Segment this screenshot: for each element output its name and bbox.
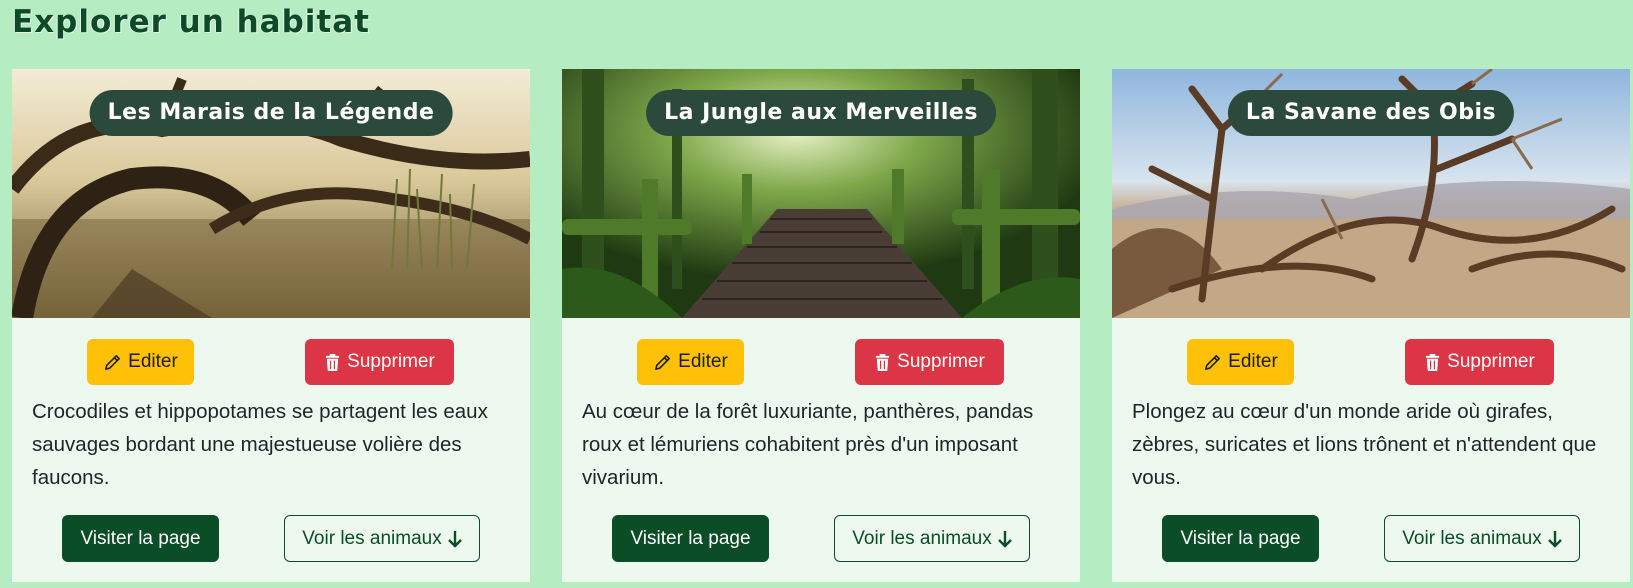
habitat-card-jungle: La Jungle aux Merveilles Editer Supprime… [562,69,1080,582]
visit-page-button[interactable]: Visiter la page [62,515,219,562]
delete-button[interactable]: Supprimer [305,339,454,385]
habitat-description: Plongez au cœur d'un monde aride où gira… [1132,400,1597,489]
edit-button[interactable]: Editer [1187,339,1294,385]
habitat-card-marais: Les Marais de la Légende Editer Supprime… [12,69,530,582]
habitat-description: Au cœur de la forêt luxuriante, panthère… [582,400,1034,489]
pencil-icon [1203,353,1222,372]
edit-label: Editer [1228,351,1278,372]
delete-label: Supprimer [1447,351,1535,372]
habitat-card-savane: La Savane des Obis Editer Supprimer Plon… [1112,69,1630,582]
view-animals-label: Voir les animaux [1402,527,1542,549]
edit-button[interactable]: Editer [87,339,194,385]
view-animals-label: Voir les animaux [852,527,992,549]
delete-label: Supprimer [897,351,985,372]
pencil-icon [653,353,672,372]
pencil-icon [103,353,122,372]
trash-icon [874,353,891,372]
delete-button[interactable]: Supprimer [855,339,1004,385]
view-animals-label: Voir les animaux [302,527,442,549]
page-title: Explorer un habitat [12,4,370,40]
habitat-name: Les Marais de la Légende [89,90,453,136]
habitat-description: Crocodiles et hippopotames se partagent … [32,400,488,489]
habitat-name: La Jungle aux Merveilles [646,90,996,136]
edit-button[interactable]: Editer [637,339,744,385]
view-animals-button[interactable]: Voir les animaux [284,515,480,562]
trash-icon [324,353,341,372]
view-animals-button[interactable]: Voir les animaux [1384,515,1580,562]
visit-page-button[interactable]: Visiter la page [1162,515,1319,562]
arrow-down-icon [1547,530,1562,548]
view-animals-button[interactable]: Voir les animaux [834,515,1030,562]
arrow-down-icon [447,530,462,548]
habitat-name: La Savane des Obis [1227,90,1515,136]
edit-label: Editer [128,351,178,372]
edit-label: Editer [678,351,728,372]
delete-button[interactable]: Supprimer [1405,339,1554,385]
visit-page-button[interactable]: Visiter la page [612,515,769,562]
delete-label: Supprimer [347,351,435,372]
arrow-down-icon [997,530,1012,548]
trash-icon [1424,353,1441,372]
